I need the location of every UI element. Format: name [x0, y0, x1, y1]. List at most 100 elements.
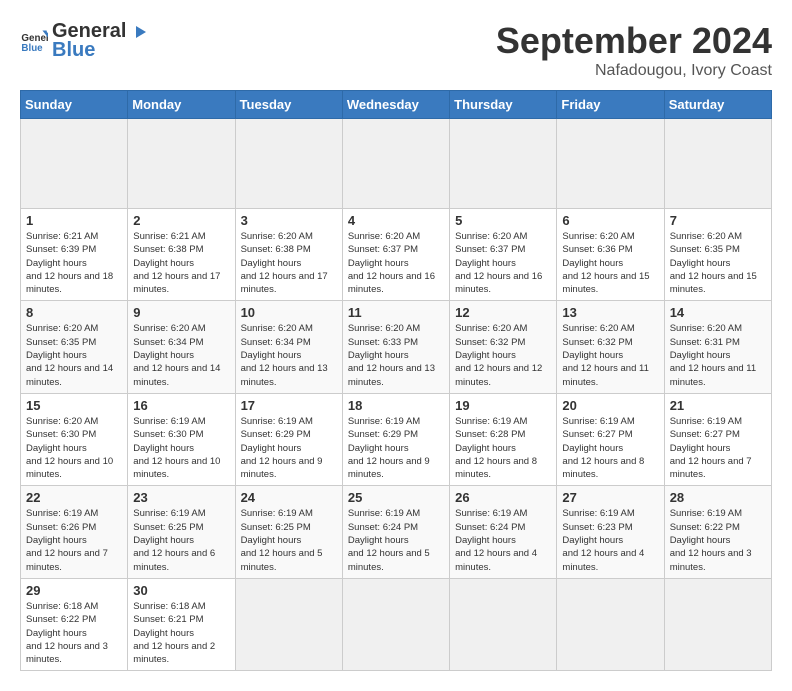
day-number: 22: [26, 490, 122, 505]
calendar-cell: [235, 578, 342, 670]
calendar-cell: [664, 578, 771, 670]
calendar-header-row: SundayMondayTuesdayWednesdayThursdayFrid…: [21, 91, 772, 119]
day-number: 29: [26, 583, 122, 598]
day-info: Sunrise: 6:19 AM Sunset: 6:27 PM Dayligh…: [562, 415, 658, 481]
calendar-week-row: 22 Sunrise: 6:19 AM Sunset: 6:26 PM Dayl…: [21, 486, 772, 578]
calendar-cell: 8 Sunrise: 6:20 AM Sunset: 6:35 PM Dayli…: [21, 301, 128, 393]
calendar-cell: [21, 119, 128, 209]
day-number: 26: [455, 490, 551, 505]
day-info: Sunrise: 6:20 AM Sunset: 6:35 PM Dayligh…: [670, 230, 766, 296]
day-number: 20: [562, 398, 658, 413]
calendar-week-row: [21, 119, 772, 209]
day-number: 28: [670, 490, 766, 505]
column-header-thursday: Thursday: [450, 91, 557, 119]
month-year-title: September 2024: [496, 20, 772, 62]
day-info: Sunrise: 6:20 AM Sunset: 6:32 PM Dayligh…: [455, 322, 551, 388]
calendar-cell: 26 Sunrise: 6:19 AM Sunset: 6:24 PM Dayl…: [450, 486, 557, 578]
day-number: 3: [241, 213, 337, 228]
calendar-week-row: 8 Sunrise: 6:20 AM Sunset: 6:35 PM Dayli…: [21, 301, 772, 393]
day-number: 16: [133, 398, 229, 413]
calendar-cell: [557, 119, 664, 209]
day-info: Sunrise: 6:21 AM Sunset: 6:39 PM Dayligh…: [26, 230, 122, 296]
calendar-cell: 6 Sunrise: 6:20 AM Sunset: 6:36 PM Dayli…: [557, 209, 664, 301]
calendar-cell: 7 Sunrise: 6:20 AM Sunset: 6:35 PM Dayli…: [664, 209, 771, 301]
calendar-cell: [342, 578, 449, 670]
day-info: Sunrise: 6:20 AM Sunset: 6:34 PM Dayligh…: [241, 322, 337, 388]
logo-chevron-icon: [128, 22, 148, 42]
calendar-cell: 28 Sunrise: 6:19 AM Sunset: 6:22 PM Dayl…: [664, 486, 771, 578]
day-info: Sunrise: 6:20 AM Sunset: 6:38 PM Dayligh…: [241, 230, 337, 296]
day-info: Sunrise: 6:20 AM Sunset: 6:30 PM Dayligh…: [26, 415, 122, 481]
day-info: Sunrise: 6:18 AM Sunset: 6:21 PM Dayligh…: [133, 600, 229, 666]
calendar-cell: 22 Sunrise: 6:19 AM Sunset: 6:26 PM Dayl…: [21, 486, 128, 578]
column-header-sunday: Sunday: [21, 91, 128, 119]
calendar-cell: [128, 119, 235, 209]
calendar-cell: 3 Sunrise: 6:20 AM Sunset: 6:38 PM Dayli…: [235, 209, 342, 301]
calendar-week-row: 15 Sunrise: 6:20 AM Sunset: 6:30 PM Dayl…: [21, 393, 772, 485]
calendar-cell: 1 Sunrise: 6:21 AM Sunset: 6:39 PM Dayli…: [21, 209, 128, 301]
calendar-cell: 4 Sunrise: 6:20 AM Sunset: 6:37 PM Dayli…: [342, 209, 449, 301]
day-info: Sunrise: 6:19 AM Sunset: 6:24 PM Dayligh…: [455, 507, 551, 573]
column-header-wednesday: Wednesday: [342, 91, 449, 119]
day-info: Sunrise: 6:18 AM Sunset: 6:22 PM Dayligh…: [26, 600, 122, 666]
day-number: 6: [562, 213, 658, 228]
calendar-cell: 11 Sunrise: 6:20 AM Sunset: 6:33 PM Dayl…: [342, 301, 449, 393]
day-info: Sunrise: 6:19 AM Sunset: 6:28 PM Dayligh…: [455, 415, 551, 481]
day-number: 5: [455, 213, 551, 228]
day-info: Sunrise: 6:19 AM Sunset: 6:25 PM Dayligh…: [241, 507, 337, 573]
calendar-cell: 30 Sunrise: 6:18 AM Sunset: 6:21 PM Dayl…: [128, 578, 235, 670]
calendar-cell: 19 Sunrise: 6:19 AM Sunset: 6:28 PM Dayl…: [450, 393, 557, 485]
day-info: Sunrise: 6:20 AM Sunset: 6:34 PM Dayligh…: [133, 322, 229, 388]
calendar-cell: 5 Sunrise: 6:20 AM Sunset: 6:37 PM Dayli…: [450, 209, 557, 301]
calendar-cell: 24 Sunrise: 6:19 AM Sunset: 6:25 PM Dayl…: [235, 486, 342, 578]
day-info: Sunrise: 6:19 AM Sunset: 6:26 PM Dayligh…: [26, 507, 122, 573]
calendar-cell: 18 Sunrise: 6:19 AM Sunset: 6:29 PM Dayl…: [342, 393, 449, 485]
calendar-cell: 21 Sunrise: 6:19 AM Sunset: 6:27 PM Dayl…: [664, 393, 771, 485]
calendar-table: SundayMondayTuesdayWednesdayThursdayFrid…: [20, 90, 772, 671]
day-number: 1: [26, 213, 122, 228]
day-number: 24: [241, 490, 337, 505]
calendar-week-row: 1 Sunrise: 6:21 AM Sunset: 6:39 PM Dayli…: [21, 209, 772, 301]
day-info: Sunrise: 6:19 AM Sunset: 6:22 PM Dayligh…: [670, 507, 766, 573]
calendar-cell: 17 Sunrise: 6:19 AM Sunset: 6:29 PM Dayl…: [235, 393, 342, 485]
column-header-saturday: Saturday: [664, 91, 771, 119]
day-info: Sunrise: 6:20 AM Sunset: 6:36 PM Dayligh…: [562, 230, 658, 296]
day-number: 17: [241, 398, 337, 413]
day-info: Sunrise: 6:20 AM Sunset: 6:31 PM Dayligh…: [670, 322, 766, 388]
calendar-cell: 27 Sunrise: 6:19 AM Sunset: 6:23 PM Dayl…: [557, 486, 664, 578]
calendar-cell: 13 Sunrise: 6:20 AM Sunset: 6:32 PM Dayl…: [557, 301, 664, 393]
calendar-cell: [450, 119, 557, 209]
day-info: Sunrise: 6:20 AM Sunset: 6:32 PM Dayligh…: [562, 322, 658, 388]
day-number: 30: [133, 583, 229, 598]
day-info: Sunrise: 6:20 AM Sunset: 6:37 PM Dayligh…: [348, 230, 444, 296]
calendar-cell: 10 Sunrise: 6:20 AM Sunset: 6:34 PM Dayl…: [235, 301, 342, 393]
day-number: 10: [241, 305, 337, 320]
day-info: Sunrise: 6:19 AM Sunset: 6:29 PM Dayligh…: [348, 415, 444, 481]
calendar-cell: 15 Sunrise: 6:20 AM Sunset: 6:30 PM Dayl…: [21, 393, 128, 485]
calendar-cell: 20 Sunrise: 6:19 AM Sunset: 6:27 PM Dayl…: [557, 393, 664, 485]
logo: General Blue General Blue: [20, 20, 148, 62]
day-info: Sunrise: 6:19 AM Sunset: 6:25 PM Dayligh…: [133, 507, 229, 573]
day-info: Sunrise: 6:20 AM Sunset: 6:37 PM Dayligh…: [455, 230, 551, 296]
location-subtitle: Nafadougou, Ivory Coast: [496, 62, 772, 80]
day-number: 2: [133, 213, 229, 228]
calendar-cell: 14 Sunrise: 6:20 AM Sunset: 6:31 PM Dayl…: [664, 301, 771, 393]
day-number: 4: [348, 213, 444, 228]
calendar-cell: [557, 578, 664, 670]
day-number: 15: [26, 398, 122, 413]
day-number: 14: [670, 305, 766, 320]
calendar-cell: [235, 119, 342, 209]
day-info: Sunrise: 6:20 AM Sunset: 6:33 PM Dayligh…: [348, 322, 444, 388]
column-header-friday: Friday: [557, 91, 664, 119]
calendar-cell: 23 Sunrise: 6:19 AM Sunset: 6:25 PM Dayl…: [128, 486, 235, 578]
day-number: 7: [670, 213, 766, 228]
calendar-cell: 25 Sunrise: 6:19 AM Sunset: 6:24 PM Dayl…: [342, 486, 449, 578]
calendar-week-row: 29 Sunrise: 6:18 AM Sunset: 6:22 PM Dayl…: [21, 578, 772, 670]
day-number: 23: [133, 490, 229, 505]
day-number: 21: [670, 398, 766, 413]
day-info: Sunrise: 6:19 AM Sunset: 6:24 PM Dayligh…: [348, 507, 444, 573]
calendar-cell: 16 Sunrise: 6:19 AM Sunset: 6:30 PM Dayl…: [128, 393, 235, 485]
day-info: Sunrise: 6:19 AM Sunset: 6:29 PM Dayligh…: [241, 415, 337, 481]
logo-icon: General Blue: [20, 27, 48, 55]
day-number: 18: [348, 398, 444, 413]
